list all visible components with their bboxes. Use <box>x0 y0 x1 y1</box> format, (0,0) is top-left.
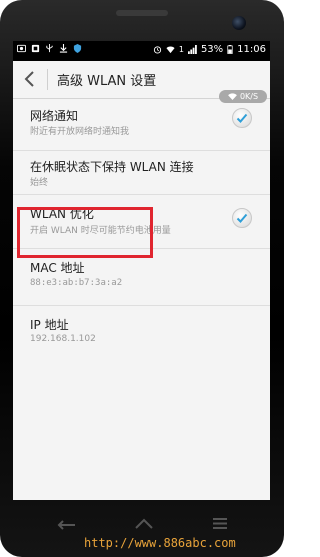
item-title: IP 地址 <box>30 318 69 332</box>
shield-icon <box>73 44 82 53</box>
front-camera <box>232 16 246 30</box>
back-nav-icon[interactable] <box>53 513 79 533</box>
photo-icon <box>17 44 26 53</box>
watermark: http://www.886abc.com <box>84 536 236 550</box>
mac-highlight-box <box>17 207 153 258</box>
speed-value: 0K/S <box>239 92 259 101</box>
ip-address-value: 192.168.1.102 <box>30 334 96 344</box>
page-title: 高级 WLAN 设置 <box>57 74 157 89</box>
usb-storage-icon <box>31 44 40 53</box>
checkmark-icon <box>236 213 248 223</box>
checkbox-wlan-optimize[interactable] <box>232 208 252 228</box>
wifi-icon <box>166 46 175 54</box>
clock: 11:06 <box>237 44 266 55</box>
home-nav-icon[interactable] <box>131 513 157 533</box>
wifi-icon <box>228 93 237 100</box>
back-chevron-icon[interactable] <box>21 69 41 89</box>
list-item-keep-wlan-on-sleep[interactable]: 在休眠状态下保持 WLAN 连接 始终 <box>13 151 270 195</box>
battery-icon <box>227 45 233 54</box>
download-icon <box>59 44 68 53</box>
alarm-icon <box>153 46 161 54</box>
phone-frame: 1 53% 11:06 高级 WLAN 设置 网络通知 附近有开放网络时通知我 … <box>0 0 284 557</box>
item-title: 网络通知 <box>30 109 79 123</box>
earpiece-speaker <box>116 10 168 16</box>
battery-percent: 53% <box>200 44 224 55</box>
network-speed-badge: 0K/S <box>219 90 267 103</box>
screen: 1 53% 11:06 高级 WLAN 设置 网络通知 附近有开放网络时通知我 … <box>13 41 270 500</box>
list-item-ip-address: IP 地址 192.168.1.102 <box>13 306 270 355</box>
usb-icon <box>46 44 53 53</box>
item-title: 在休眠状态下保持 WLAN 连接 <box>30 160 194 174</box>
checkbox-network-notify[interactable] <box>232 108 252 128</box>
mac-address-value: 88:e3:ab:b7:3a:a2 <box>30 278 123 288</box>
signal-sim-label: 1 <box>178 45 184 54</box>
list-item-network-notify[interactable]: 网络通知 附近有开放网络时通知我 <box>13 99 270 151</box>
status-bar: 1 53% 11:06 <box>13 41 270 61</box>
signal-icon <box>187 45 197 54</box>
checkmark-icon <box>236 113 248 123</box>
action-bar-divider <box>47 69 48 90</box>
item-summary: 始终 <box>30 178 49 188</box>
menu-nav-icon[interactable] <box>207 513 233 533</box>
item-summary: 附近有开放网络时通知我 <box>30 127 130 137</box>
item-title: MAC 地址 <box>30 261 85 275</box>
